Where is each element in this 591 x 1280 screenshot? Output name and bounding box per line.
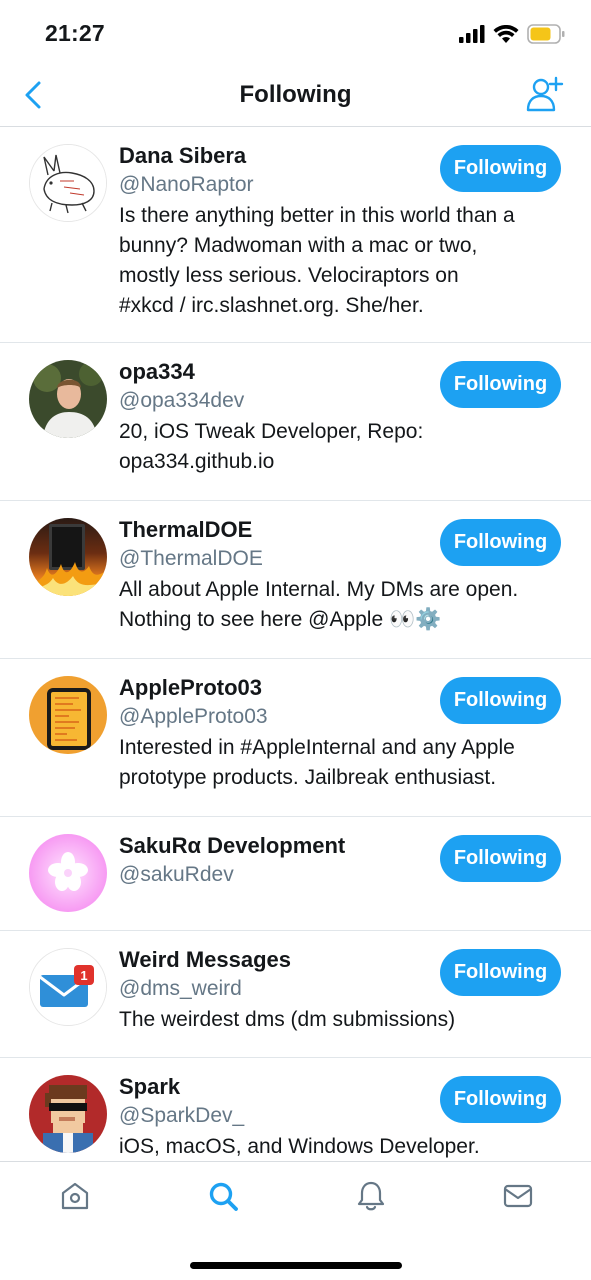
following-button[interactable]: Following <box>440 519 561 566</box>
following-button[interactable]: Following <box>440 145 561 192</box>
following-button[interactable]: Following <box>440 1076 561 1123</box>
device-on-fire-icon <box>29 518 107 596</box>
bell-icon[interactable] <box>355 1180 387 1212</box>
cellular-signal-icon <box>459 25 485 43</box>
following-button[interactable]: Following <box>440 361 561 408</box>
battery-icon <box>527 24 565 44</box>
sakura-flower-icon <box>29 834 107 912</box>
list-item[interactable]: Spark @SparkDev_ iOS, macOS, and Windows… <box>0 1058 591 1161</box>
avatar[interactable]: 1 <box>29 948 107 1026</box>
following-button[interactable]: Following <box>440 949 561 996</box>
following-button[interactable]: Following <box>440 677 561 724</box>
add-user-icon[interactable] <box>526 76 564 112</box>
account-bio: Is there anything better in this world t… <box>119 204 515 317</box>
account-bio: iOS, macOS, and Windows Developer. <box>119 1135 480 1158</box>
home-icon[interactable] <box>59 1180 91 1212</box>
pixel-character-icon <box>29 1075 107 1153</box>
avatar[interactable] <box>29 360 107 438</box>
avatar[interactable] <box>29 144 107 222</box>
prototype-phone-icon <box>29 676 107 754</box>
wifi-icon <box>493 24 519 43</box>
following-list: Dana Sibera @NanoRaptor Is there anythin… <box>0 127 591 1161</box>
search-icon[interactable] <box>207 1180 239 1212</box>
home-indicator <box>190 1262 402 1269</box>
person-photo-icon <box>29 360 107 438</box>
status-icons <box>459 24 565 44</box>
status-time: 21:27 <box>45 20 105 46</box>
list-item[interactable]: Dana Sibera @NanoRaptor Is there anythin… <box>0 127 591 343</box>
bunny-sketch-icon <box>30 145 106 221</box>
account-bio: All about Apple Internal. My DMs are ope… <box>119 578 519 631</box>
avatar[interactable] <box>29 676 107 754</box>
navigation-bar: Following <box>0 66 591 127</box>
status-bar: 21:27 <box>0 0 591 66</box>
badge-count: 1 <box>80 968 87 983</box>
mail-icon[interactable] <box>502 1180 534 1212</box>
avatar[interactable] <box>29 518 107 596</box>
list-item[interactable]: ThermalDOE @ThermalDOE All about Apple I… <box>0 501 591 659</box>
list-item[interactable]: opa334 @opa334dev 20, iOS Tweak Develope… <box>0 343 591 501</box>
page-title: Following <box>239 81 352 108</box>
avatar[interactable] <box>29 1075 107 1153</box>
account-bio: Interested in #AppleInternal and any App… <box>119 736 515 789</box>
list-item[interactable]: AppleProto03 @AppleProto03 Interested in… <box>0 659 591 817</box>
envelope-badge-icon: 1 <box>30 949 106 1025</box>
list-item[interactable]: SakuRα Development @sakuRdev Following <box>0 817 591 931</box>
account-bio: The weirdest dms (dm submissions) <box>119 1008 456 1031</box>
avatar[interactable] <box>29 834 107 912</box>
account-bio: 20, iOS Tweak Developer, Repo: opa334.gi… <box>119 420 424 473</box>
list-item[interactable]: 1 Weird Messages @dms_weird The weirdest… <box>0 931 591 1058</box>
following-button[interactable]: Following <box>440 835 561 882</box>
